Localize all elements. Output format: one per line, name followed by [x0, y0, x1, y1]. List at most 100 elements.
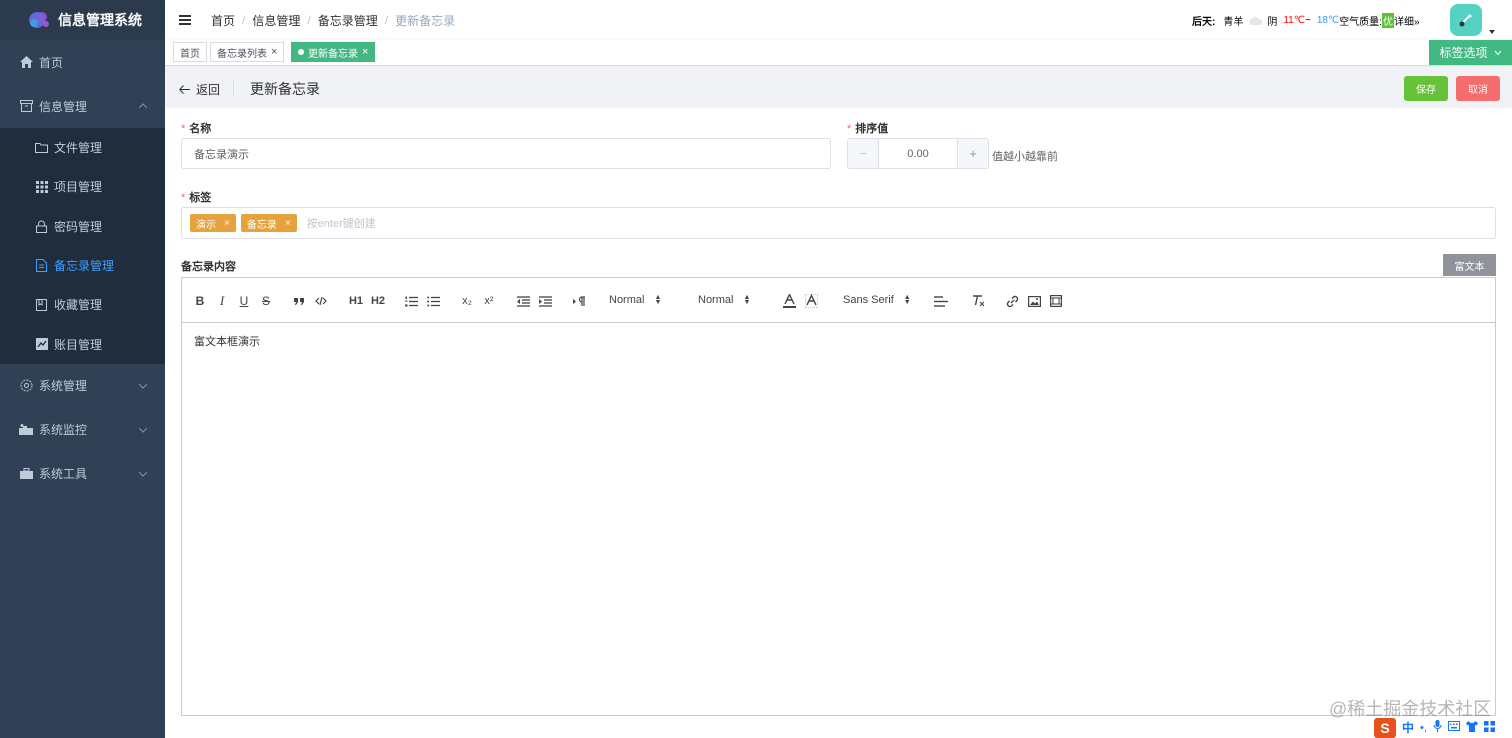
- sidebar-item-file-management[interactable]: 文件管理: [0, 128, 165, 167]
- skin-icon[interactable]: [1465, 720, 1478, 735]
- tag-home[interactable]: 首页: [173, 42, 207, 62]
- keyboard-icon[interactable]: [1447, 721, 1460, 734]
- subscript-button[interactable]: x₂: [459, 293, 475, 309]
- close-icon[interactable]: ×: [285, 218, 291, 229]
- required-mark: *: [181, 192, 186, 204]
- tags-input[interactable]: 演示 × 备忘录 × 按enter键创建: [181, 207, 1496, 239]
- richtext-toggle-button[interactable]: 富文本: [1443, 254, 1496, 276]
- header2-button[interactable]: H2: [370, 293, 386, 309]
- toolbox-grid-icon[interactable]: [1483, 720, 1495, 735]
- sidebar-item-home[interactable]: 首页: [0, 40, 165, 84]
- size-picker-value: Normal: [609, 294, 645, 306]
- sidebar-item-system-management[interactable]: 系统管理: [0, 364, 165, 408]
- tag-chip: 备忘录 ×: [240, 214, 297, 232]
- punctuation-icon[interactable]: •,: [1420, 722, 1427, 734]
- background-color-button[interactable]: [804, 293, 818, 309]
- decrement-button[interactable]: −: [848, 139, 879, 168]
- bullet-list-icon: [426, 296, 440, 306]
- background-color-icon: [804, 294, 818, 308]
- text-direction-button[interactable]: [572, 293, 586, 309]
- superscript-button[interactable]: x²: [481, 293, 497, 309]
- cloud-icon: [1249, 16, 1263, 25]
- tag-chip-label: 备忘录: [246, 219, 277, 231]
- breadcrumb-separator: /: [307, 13, 311, 27]
- save-button[interactable]: 保存: [1404, 76, 1448, 101]
- folder-icon: [35, 141, 48, 154]
- italic-button[interactable]: I: [216, 293, 228, 309]
- sidebar-item-ledger-management[interactable]: 账目管理: [0, 324, 165, 363]
- chevron-down-icon: [1494, 50, 1501, 55]
- monitor-icon: [19, 423, 33, 437]
- increment-button[interactable]: +: [957, 139, 988, 168]
- indent-button[interactable]: [538, 293, 552, 309]
- sogou-logo-icon[interactable]: S: [1374, 717, 1396, 738]
- tag-update-memo[interactable]: 更新备忘录 ×: [291, 42, 376, 62]
- sidebar-item-label: 系统监控: [39, 423, 88, 438]
- bullet-list-button[interactable]: [426, 293, 440, 309]
- blockquote-button[interactable]: [292, 293, 306, 309]
- breadcrumb-item-info-management[interactable]: 信息管理: [252, 12, 300, 29]
- chevron-down-icon: [138, 380, 148, 390]
- ime-mode[interactable]: 中: [1402, 719, 1414, 736]
- sidebar-item-memo-management[interactable]: 备忘录管理: [0, 246, 165, 285]
- text-color-button[interactable]: [782, 293, 796, 309]
- code-block-button[interactable]: [314, 293, 328, 309]
- microphone-icon[interactable]: [1433, 720, 1442, 735]
- sidebar-item-system-monitor[interactable]: 系统监控: [0, 408, 165, 452]
- breadcrumb-item-home[interactable]: 首页: [211, 12, 235, 29]
- sort-hint: 值越小越靠前: [992, 151, 1058, 163]
- caret-down-icon[interactable]: [1488, 24, 1496, 34]
- page-title: 更新备忘录: [250, 81, 320, 97]
- tags-placeholder: 按enter键创建: [306, 218, 376, 230]
- sidebar-item-password-management[interactable]: 密码管理: [0, 207, 165, 246]
- bold-button[interactable]: B: [194, 293, 206, 309]
- rtl-icon: [572, 295, 585, 306]
- align-button[interactable]: [934, 293, 948, 309]
- editor-content[interactable]: 富文本框演示: [182, 323, 1495, 359]
- updown-icon: ▲ ▼: [654, 294, 662, 306]
- outdent-button[interactable]: [516, 293, 530, 309]
- breadcrumb-item-memo-management[interactable]: 备忘录管理: [318, 12, 378, 29]
- weather-detail-link[interactable]: 详细»: [1394, 13, 1420, 28]
- hamburger-icon[interactable]: [179, 14, 191, 26]
- cancel-button[interactable]: 取消: [1456, 76, 1500, 101]
- video-button[interactable]: [1049, 293, 1063, 309]
- ordered-list-button[interactable]: [404, 293, 418, 309]
- font-picker[interactable]: Sans Serif ▲ ▼: [843, 294, 911, 306]
- close-icon[interactable]: ×: [271, 46, 277, 58]
- sidebar-item-system-tools[interactable]: 系统工具: [0, 452, 165, 496]
- strike-button[interactable]: S: [260, 293, 272, 309]
- tag-options-button[interactable]: 标签选项: [1429, 40, 1512, 65]
- link-button[interactable]: [1005, 293, 1019, 309]
- tag-memo-list[interactable]: 备忘录列表 ×: [210, 42, 285, 62]
- sort-input[interactable]: 0.00: [879, 139, 957, 168]
- sidebar-item-label: 密码管理: [54, 219, 103, 234]
- lock-icon: [35, 220, 48, 233]
- name-input[interactable]: 备忘录演示: [181, 138, 831, 169]
- sidebar-item-favorites-management[interactable]: 收藏管理: [0, 285, 165, 324]
- sidebar-item-project-management[interactable]: 项目管理: [0, 167, 165, 206]
- required-mark: *: [847, 123, 852, 135]
- sort-stepper[interactable]: − 0.00 +: [847, 138, 989, 169]
- back-button[interactable]: 返回: [179, 81, 220, 98]
- image-button[interactable]: [1027, 293, 1041, 309]
- close-icon[interactable]: ×: [362, 46, 368, 58]
- sidebar-item-info-management[interactable]: 信息管理: [0, 84, 165, 128]
- label-text: 标签: [189, 192, 212, 204]
- sidebar-item-label: 系统管理: [39, 379, 88, 394]
- size-picker[interactable]: Normal ▲ ▼: [609, 294, 661, 306]
- tag-options-label: 标签选项: [1439, 46, 1488, 60]
- tags-field-label: * 标签: [181, 189, 211, 205]
- app-logo[interactable]: 信息管理系统: [0, 0, 165, 40]
- avatar[interactable]: [1450, 4, 1482, 36]
- close-icon[interactable]: ×: [224, 218, 230, 229]
- sidebar-item-label: 首页: [39, 55, 64, 70]
- header-picker[interactable]: Normal ▲ ▼: [698, 294, 750, 306]
- image-icon: [1027, 295, 1041, 307]
- clear-format-button[interactable]: [971, 293, 985, 309]
- active-dot-icon: [298, 49, 304, 55]
- underline-button[interactable]: U: [238, 293, 250, 309]
- header1-button[interactable]: H1: [348, 293, 364, 309]
- weather-widget[interactable]: 后天: 青羊 阴 11℃ ~ 18℃ 空气质量: 优 详细»: [1192, 13, 1420, 28]
- weather-tilde: ~: [1304, 15, 1311, 26]
